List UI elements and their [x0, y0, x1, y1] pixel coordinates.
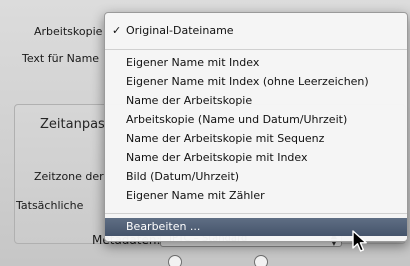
text-fuer-name-label: Text für Name	[22, 52, 100, 65]
menu-item-label: Bild (Datum/Uhrzeit)	[126, 170, 240, 183]
menu-item[interactable]: Bild (Datum/Uhrzeit)	[105, 168, 407, 186]
menu-item[interactable]: Eigener Name mit Zähler	[105, 187, 407, 205]
mouse-pointer-icon	[352, 230, 367, 252]
radio-button[interactable]	[168, 255, 182, 266]
arbeitskopie-label: Arbeitskopie	[34, 25, 103, 38]
menu-item[interactable]: Name der Arbeitskopie mit Sequenz	[105, 130, 407, 148]
menu-item-label: Name der Arbeitskopie mit Sequenz	[126, 132, 325, 145]
section-title: Zeitanpas	[40, 117, 105, 132]
naming-dropdown-menu: ✓ Original-Dateiname Eigener Name mit In…	[104, 12, 408, 242]
menu-item[interactable]: Name der Arbeitskopie	[105, 92, 407, 110]
menu-separator	[105, 213, 407, 214]
menu-item[interactable]: Eigener Name mit Index	[105, 54, 407, 72]
menu-item-label: Eigener Name mit Index	[126, 56, 260, 69]
menu-separator	[105, 49, 407, 50]
menu-item-label: Eigener Name mit Index (ohne Leerzeichen…	[126, 75, 369, 88]
menu-item[interactable]: Arbeitskopie (Name und Datum/Uhrzeit)	[105, 111, 407, 129]
zeitzone-label: Zeitzone der	[34, 170, 104, 183]
menu-item-label: Arbeitskopie (Name und Datum/Uhrzeit)	[126, 113, 348, 126]
menu-item[interactable]: Eigener Name mit Index (ohne Leerzeichen…	[105, 73, 407, 91]
menu-item-original-dateiname[interactable]: ✓ Original-Dateiname	[105, 22, 407, 40]
menu-item-label: Name der Arbeitskopie mit Index	[126, 151, 308, 164]
menu-item-label: Original-Dateiname	[126, 24, 234, 37]
menu-item-label: Eigener Name mit Zähler	[126, 189, 265, 202]
menu-item[interactable]: Name der Arbeitskopie mit Index	[105, 149, 407, 167]
menu-item-label: Name der Arbeitskopie	[126, 94, 253, 107]
tatsaechliche-label: Tatsächliche	[16, 199, 84, 212]
menu-item-label: Bearbeiten ...	[126, 220, 201, 233]
radio-button[interactable]	[254, 255, 268, 266]
checkmark-icon: ✓	[112, 24, 122, 37]
